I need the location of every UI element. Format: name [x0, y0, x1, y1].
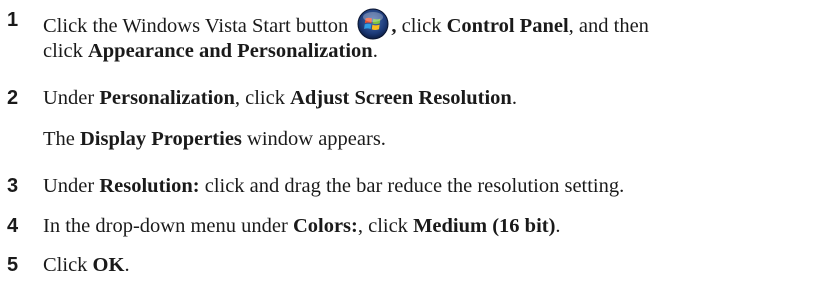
step-3-suffix: click and drag the bar reduce the resolu… [199, 175, 625, 197]
step-2-note-prefix: The [43, 128, 80, 150]
step-2-note-suffix: window appears. [241, 128, 386, 150]
step-3-number: 3 [7, 175, 19, 197]
step-4-line: In the drop-down menu under Colors:, cli… [43, 214, 561, 238]
adjust-screen-resolution-label: Adjust Screen Resolution [290, 87, 512, 109]
step-1-text-mid: click [396, 15, 447, 37]
step-1-line-2: click Appearance and Personalization. [43, 39, 378, 63]
step-4-mid: , click [357, 215, 414, 237]
medium-16-bit-label: Medium (16 bit) [413, 215, 556, 237]
step-2-suffix: . [511, 87, 517, 109]
control-panel-label: Control Panel [446, 15, 569, 37]
step-2-line: Under Personalization, click Adjust Scre… [43, 86, 517, 110]
step-1-text-suffix: , and then [568, 15, 649, 37]
step-5-number: 5 [7, 254, 19, 276]
step-2-note: The Display Properties window appears. [43, 127, 386, 151]
step-3-prefix: Under [43, 175, 100, 197]
resolution-label: Resolution: [99, 175, 200, 197]
appearance-and-personalization-label: Appearance and Personalization [87, 40, 373, 62]
step-4-suffix: . [555, 215, 561, 237]
step-2-mid: , click [234, 87, 291, 109]
step-4-number: 4 [7, 215, 19, 237]
step-2-prefix: Under [43, 87, 100, 109]
ok-label: OK [92, 254, 125, 276]
step-2-number: 2 [7, 87, 19, 109]
colors-label: Colors: [292, 215, 358, 237]
instruction-steps: 1 Click the Windows Vista Start button ,… [0, 0, 835, 286]
step-1-line-2-prefix: click [43, 40, 88, 62]
windows-vista-start-orb-icon [357, 8, 389, 40]
step-1-line-1: Click the Windows Vista Start button , c… [43, 8, 649, 40]
step-5-prefix: Click [43, 254, 93, 276]
step-1-line-2-suffix: . [372, 40, 378, 62]
step-1-number: 1 [7, 9, 19, 31]
step-5-line: Click OK. [43, 253, 130, 277]
step-1-text-prefix: Click the Windows Vista Start button [43, 15, 349, 37]
step-3-line: Under Resolution: click and drag the bar… [43, 174, 624, 198]
display-properties-label: Display Properties [80, 128, 242, 150]
step-4-prefix: In the drop-down menu under [43, 215, 293, 237]
personalization-label: Personalization [99, 87, 235, 109]
step-5-suffix: . [124, 254, 130, 276]
